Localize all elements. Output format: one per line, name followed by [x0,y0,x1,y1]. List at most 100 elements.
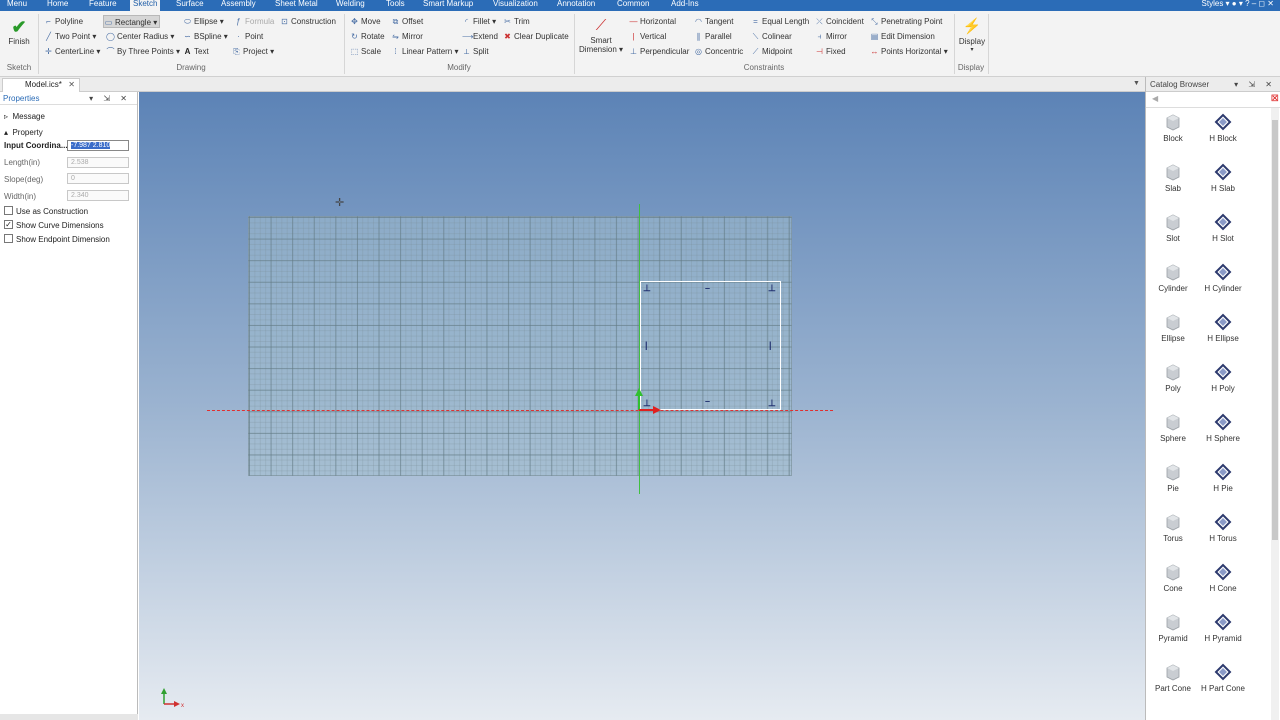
extend-button[interactable]: ⟶Extend [462,30,498,43]
construction-button[interactable]: ⊡ Construction [280,15,336,28]
points-horizontal-constraint[interactable]: ↔ Points Horizontal ▾ [870,45,948,58]
catalog-item-slab[interactable]: Slab [1148,163,1198,193]
finish-button[interactable]: ✔ Finish [4,17,34,46]
fixed-constraint[interactable]: ⊣ Fixed [815,45,846,58]
menu-tab-menu[interactable]: Menu [4,0,30,11]
slope-field[interactable]: 0 [67,173,129,184]
project-button[interactable]: ⎘ Project ▾ [232,45,274,58]
horizontal-constraint[interactable]: — Horizontal [629,15,677,28]
parallel-constraint[interactable]: ∥ Parallel [694,30,732,43]
catalog-item-block[interactable]: Block [1148,113,1198,143]
catalog-item-h-torus[interactable]: H Torus [1198,513,1248,543]
catalog-item-h-pie[interactable]: H Pie [1198,463,1248,493]
input-coordinate-field[interactable]: -7.987 2.810 [67,140,129,151]
concentric-constraint[interactable]: ◎ Concentric [694,45,743,58]
length-field[interactable]: 2.538 [67,157,129,168]
panel-controls[interactable]: ▾ ⇲ ✕ [89,92,131,105]
coincident-constraint[interactable]: ⤫ Coincident [815,15,864,28]
styles-menu[interactable]: Styles ▾ ● ▾ ? – ◻ ✕ [1202,0,1274,8]
text-button[interactable]: A Text [183,45,209,58]
scroll-thumb[interactable] [1272,120,1278,540]
panel-bottom-tabs[interactable] [0,714,138,720]
ellipse-button[interactable]: ⬭ Ellipse ▾ [183,15,224,28]
menu-tab-sketch[interactable]: Sketch [130,0,161,11]
menu-tab-feature[interactable]: Feature [86,0,120,11]
catalog-item-h-slot[interactable]: H Slot [1198,213,1248,243]
menu-tab-surface[interactable]: Surface [173,0,207,11]
catalog-item-h-cylinder[interactable]: H Cylinder [1198,263,1248,293]
catalog-item-h-slab[interactable]: H Slab [1198,163,1248,193]
catalog-item-slot[interactable]: Slot [1148,213,1198,243]
use-as-construction-checkbox[interactable] [4,206,13,215]
polyline-button[interactable]: ⌐ Polyline [44,15,83,28]
tangent-constraint[interactable]: ◠ Tangent [694,15,733,28]
menu-tab-visualization[interactable]: Visualization [490,0,541,11]
show-curve-dimensions-checkbox[interactable]: ✓ [4,220,13,229]
center-radius-button[interactable]: ◯ Center Radius ▾ [106,30,174,43]
back-arrow-icon[interactable]: ◀ [1152,94,1158,103]
width-field[interactable]: 2.340 [67,190,129,201]
split-button[interactable]: ⟂ Split [462,45,489,58]
show-endpoint-dimension-checkbox[interactable] [4,234,13,243]
trim-button[interactable]: ✂ Trim [503,15,530,28]
penetrating-point-constraint[interactable]: ⤡ Penetrating Point [870,15,942,28]
catalog-item-h-ellipse[interactable]: H Ellipse [1198,313,1248,343]
catalog-item-sphere[interactable]: Sphere [1148,413,1198,443]
clear-duplicate-button[interactable]: ✖ Clear Duplicate [503,30,569,43]
bspline-button[interactable]: ∽ BSpline ▾ [183,30,228,43]
menu-tab-smart-markup[interactable]: Smart Markup [420,0,476,11]
menu-tab-annotation[interactable]: Annotation [554,0,598,11]
catalog-item-pie[interactable]: Pie [1148,463,1198,493]
catalog-scrollbar[interactable] [1271,108,1279,720]
mirror-constraint[interactable]: ⫞ Mirror [815,30,847,43]
midpoint-constraint[interactable]: ⟋ Midpoint [751,45,793,58]
edit-dimension-button[interactable]: ▤ Edit Dimension [870,30,935,43]
mirror-button[interactable]: ⇋ Mirror [391,30,423,43]
catalog-item-cylinder[interactable]: Cylinder [1148,263,1198,293]
smart-dimension-button[interactable]: ⟋ Smart Dimension ▾ [578,16,624,54]
display-button[interactable]: ⚡ Display ▾ [956,17,988,55]
formula-button[interactable]: ƒ Formula [234,15,274,28]
catalog-item-h-cone[interactable]: H Cone [1198,563,1248,593]
document-tab[interactable]: Model.ics* ✕ [2,78,80,92]
catalog-item-h-pyramid[interactable]: H Pyramid [1198,613,1248,643]
catalog-item-h-poly[interactable]: H Poly [1198,363,1248,393]
menu-tab-assembly[interactable]: Assembly [218,0,259,11]
offset-button[interactable]: ⧉ Offset [391,15,424,28]
menu-tab-add-ins[interactable]: Add-Ins [668,0,702,11]
dropdown-icon[interactable]: ▼ [1133,80,1140,87]
rectangle-button[interactable]: ▭ Rectangle ▾ [103,15,161,28]
menu-tab-sheet-metal[interactable]: Sheet Metal [272,0,321,11]
two-point-button[interactable]: ╱ Two Point ▾ [44,30,96,43]
move-button[interactable]: ✥ Move [350,15,380,28]
scale-button[interactable]: ⬚ Scale [350,45,381,58]
menu-tab-common[interactable]: Common [614,0,652,11]
catalog-item-h-sphere[interactable]: H Sphere [1198,413,1248,443]
centerline-button[interactable]: ✛ CenterLine ▾ [44,45,100,58]
catalog-item-h-block[interactable]: H Block [1198,113,1248,143]
by-three-points-button[interactable]: ⌒ By Three Points ▾ [106,45,181,58]
linear-pattern-button[interactable]: ⁞ Linear Pattern ▾ [391,45,458,58]
close-red-icon[interactable]: ⊠ [1271,93,1279,104]
message-section[interactable]: ▹ Message [4,112,45,121]
catalog-item-poly[interactable]: Poly [1148,363,1198,393]
catalog-item-part-cone[interactable]: Part Cone [1148,663,1198,693]
equal-length-constraint[interactable]: = Equal Length [751,15,809,28]
close-icon[interactable]: ✕ [68,79,75,91]
catalog-item-torus[interactable]: Torus [1148,513,1198,543]
panel-controls[interactable]: ▾ ⇲ ✕ [1234,77,1276,92]
vertical-constraint[interactable]: | Vertical [629,30,666,43]
menu-tab-welding[interactable]: Welding [333,0,368,11]
perpendicular-constraint[interactable]: ⊥ Perpendicular [629,45,689,58]
catalog-item-ellipse[interactable]: Ellipse [1148,313,1198,343]
rotate-button[interactable]: ↻ Rotate [350,30,384,43]
catalog-item-cone[interactable]: Cone [1148,563,1198,593]
colinear-constraint[interactable]: ⟍ Colinear [751,30,792,43]
point-button[interactable]: · Point [234,30,263,43]
sketch-viewport[interactable]: ⊥ – ⊥ | | ⊥ – ⊥ ✛ x [139,92,1145,720]
menu-tab-tools[interactable]: Tools [383,0,408,11]
property-section[interactable]: ▴ Property [4,128,43,137]
fillet-button[interactable]: ◜ Fillet ▾ [462,15,496,28]
menu-tab-home[interactable]: Home [44,0,71,11]
catalog-item-h-part-cone[interactable]: H Part Cone [1198,663,1248,693]
